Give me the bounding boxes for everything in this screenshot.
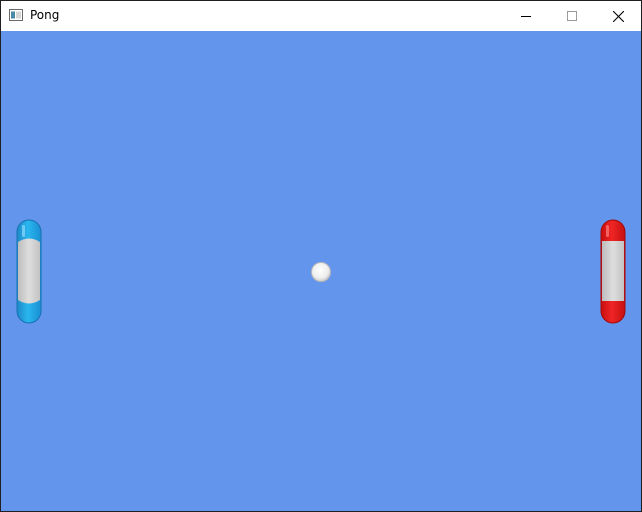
game-canvas[interactable]: [1, 31, 641, 511]
ball: [311, 262, 331, 282]
minimize-button[interactable]: [503, 1, 549, 31]
maximize-icon: [567, 11, 577, 21]
minimize-icon: [521, 16, 531, 17]
app-icon: [9, 9, 23, 21]
app-window: Pong: [0, 0, 642, 512]
window-title: Pong: [30, 8, 60, 22]
left-paddle: [16, 219, 42, 324]
close-icon: [612, 10, 624, 22]
close-button[interactable]: [595, 1, 641, 31]
maximize-button[interactable]: [549, 1, 595, 31]
title-bar[interactable]: Pong: [1, 1, 641, 31]
right-paddle: [600, 219, 626, 324]
